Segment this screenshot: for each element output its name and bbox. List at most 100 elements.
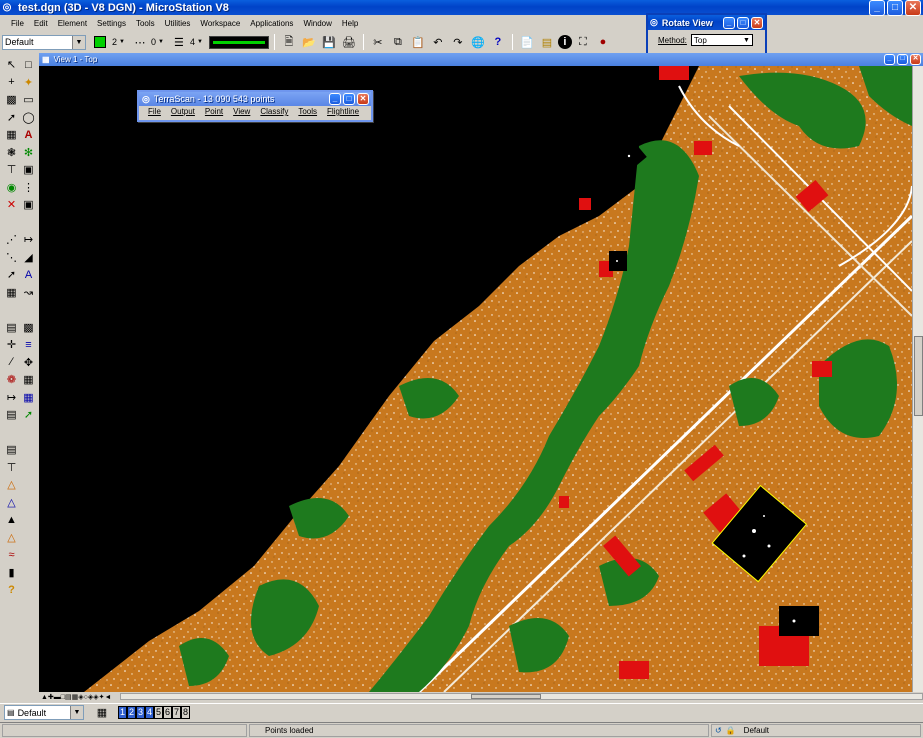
rotate-view-maximize-button[interactable]: □: [737, 16, 749, 29]
copy-element-icon[interactable]: ⋱: [3, 249, 20, 266]
linestyle-icon[interactable]: ⋯: [131, 33, 149, 51]
rotate-view-title-bar[interactable]: ◎ Rotate View _ □ ✕: [648, 15, 765, 30]
view-window-title-bar[interactable]: ▦ View 1 - Top _ □ ✕: [39, 53, 923, 66]
levels-icon[interactable]: ▤: [538, 33, 556, 51]
mirror-icon[interactable]: ↝: [20, 284, 37, 301]
terrascan-tool-19-icon[interactable]: ≈: [3, 546, 20, 563]
line-weight-icon[interactable]: ☰: [170, 33, 188, 51]
terrascan-menu-output[interactable]: Output: [166, 107, 200, 116]
lock-icon[interactable]: 🔒: [726, 726, 736, 735]
color-swatch[interactable]: [94, 36, 106, 48]
delete-icon[interactable]: ✕: [3, 196, 20, 213]
redo-icon[interactable]: ↷: [449, 33, 467, 51]
terrascan-tool-17-icon[interactable]: ▲: [3, 511, 20, 528]
terrascan-menu-view[interactable]: View: [228, 107, 255, 116]
menu-workspace[interactable]: Workspace: [195, 19, 245, 28]
fill-icon[interactable]: ▩: [3, 91, 20, 108]
line-icon[interactable]: ➚: [3, 109, 20, 126]
dimension-icon[interactable]: ▣: [20, 161, 37, 178]
terrascan-tool-13-icon[interactable]: ▤: [3, 441, 20, 458]
view-toggle-icon[interactable]: ▦: [93, 704, 111, 722]
method-select[interactable]: Top ▼: [690, 34, 753, 46]
terrascan-menu-point[interactable]: Point: [200, 107, 228, 116]
menu-element[interactable]: Element: [53, 19, 92, 28]
measure-icon[interactable]: ⊤: [3, 161, 20, 178]
snap-status-icon[interactable]: ↺: [715, 726, 722, 735]
minimize-button[interactable]: _: [869, 0, 885, 16]
view-minimize-button[interactable]: _: [884, 54, 895, 65]
menu-settings[interactable]: Settings: [92, 19, 131, 28]
terrascan-tool-16-icon[interactable]: △: [3, 494, 20, 511]
copy-icon[interactable]: ⧉: [389, 33, 407, 51]
cell-icon[interactable]: ▦: [3, 126, 20, 143]
view-8-button[interactable]: 8: [181, 706, 190, 719]
paste-icon[interactable]: 📋: [409, 33, 427, 51]
terrascan-tool-14-icon[interactable]: ⊤: [3, 459, 20, 476]
terrascan-tool-1-icon[interactable]: ▤: [3, 319, 20, 336]
terrascan-maximize-button[interactable]: □: [343, 93, 355, 105]
menu-help[interactable]: Help: [337, 19, 363, 28]
open-file-icon[interactable]: 📂: [300, 33, 318, 51]
help-icon[interactable]: ?: [489, 33, 507, 51]
menu-tools[interactable]: Tools: [131, 19, 160, 28]
level-combo[interactable]: Default ▼: [2, 34, 86, 50]
chevron-down-icon[interactable]: ▼: [119, 39, 125, 45]
terrascan-tool-9-icon[interactable]: ↦: [3, 389, 20, 406]
save-icon[interactable]: 💾: [320, 33, 338, 51]
terrascan-tool-3-icon[interactable]: ✛: [3, 336, 20, 353]
terrascan-tool-6-icon[interactable]: ✥: [20, 354, 37, 371]
color-fill-icon[interactable]: ◉: [3, 179, 20, 196]
horizontal-scrollbar-thumb[interactable]: [471, 694, 542, 699]
triangle-icon[interactable]: ◢: [20, 249, 37, 266]
scale-icon[interactable]: A: [20, 266, 37, 283]
terrascan-tool-4-icon[interactable]: ≡: [20, 336, 37, 353]
dotted-line-icon[interactable]: ⋰: [3, 231, 20, 248]
snap-icon[interactable]: ✻: [20, 144, 37, 161]
close-button[interactable]: ✕: [905, 0, 921, 16]
globe-icon[interactable]: 🌐: [469, 33, 487, 51]
terrascan-tool-5-icon[interactable]: ∕: [3, 354, 20, 371]
view-vertical-scrollbar[interactable]: [912, 66, 923, 692]
view-horizontal-scrollbar[interactable]: [120, 693, 923, 700]
terrascan-tool-12-icon[interactable]: ➚: [20, 406, 37, 423]
array-icon[interactable]: ▦: [3, 284, 20, 301]
rotate-view-close-button[interactable]: ✕: [751, 16, 763, 29]
terrascan-title-bar[interactable]: ◎ TerraScan - 13 090 543 points _ □ ✕: [139, 92, 371, 106]
selection-icon[interactable]: ⛶: [574, 33, 592, 51]
circle-icon[interactable]: ◯: [20, 109, 37, 126]
maximize-button[interactable]: □: [887, 0, 903, 16]
terrascan-tool-10-icon[interactable]: ▦: [20, 389, 37, 406]
chevron-down-icon[interactable]: ▼: [197, 39, 203, 45]
info-icon[interactable]: i: [557, 35, 572, 49]
menu-file[interactable]: File: [6, 19, 29, 28]
terrascan-tool-2-icon[interactable]: ▩: [20, 319, 37, 336]
view-7-button[interactable]: 7: [172, 706, 181, 719]
scrollbar-thumb[interactable]: [914, 336, 923, 416]
reference-icon[interactable]: 📄: [518, 33, 536, 51]
new-file-icon[interactable]: 🗎: [280, 33, 298, 51]
terrascan-tool-8-icon[interactable]: ▦: [20, 371, 37, 388]
element-selection-icon[interactable]: ↖: [3, 56, 20, 73]
move-icon[interactable]: ↦: [20, 231, 37, 248]
active-line-preview[interactable]: [208, 35, 269, 49]
bottom-level-combo[interactable]: ▤ Default ▼: [4, 705, 84, 720]
view-control-icons[interactable]: ▲✚▬□▤▦◈○◈◈✦◄: [41, 693, 111, 701]
terrascan-tool-20-icon[interactable]: ▮: [3, 564, 20, 581]
rotate-icon[interactable]: ➚: [3, 266, 20, 283]
menu-applications[interactable]: Applications: [245, 19, 298, 28]
rotate-view-minimize-button[interactable]: _: [723, 16, 735, 29]
help-question-icon[interactable]: ?: [3, 581, 20, 598]
view-2-button[interactable]: 2: [127, 706, 136, 719]
terrascan-tool-7-icon[interactable]: ❁: [3, 371, 20, 388]
view-close-button[interactable]: ✕: [910, 54, 921, 65]
terrascan-menu-classify[interactable]: Classify: [255, 107, 293, 116]
place-point-icon[interactable]: +: [3, 74, 20, 91]
menu-window[interactable]: Window: [298, 19, 336, 28]
terrascan-menu-file[interactable]: File: [143, 107, 166, 116]
tag-icon[interactable]: ❃: [3, 144, 20, 161]
view-canvas[interactable]: [39, 66, 912, 692]
text-icon[interactable]: A: [20, 126, 37, 143]
modify-icon[interactable]: ⋮: [20, 179, 37, 196]
terrascan-tool-15-icon[interactable]: △: [3, 476, 20, 493]
terrascan-minimize-button[interactable]: _: [329, 93, 341, 105]
